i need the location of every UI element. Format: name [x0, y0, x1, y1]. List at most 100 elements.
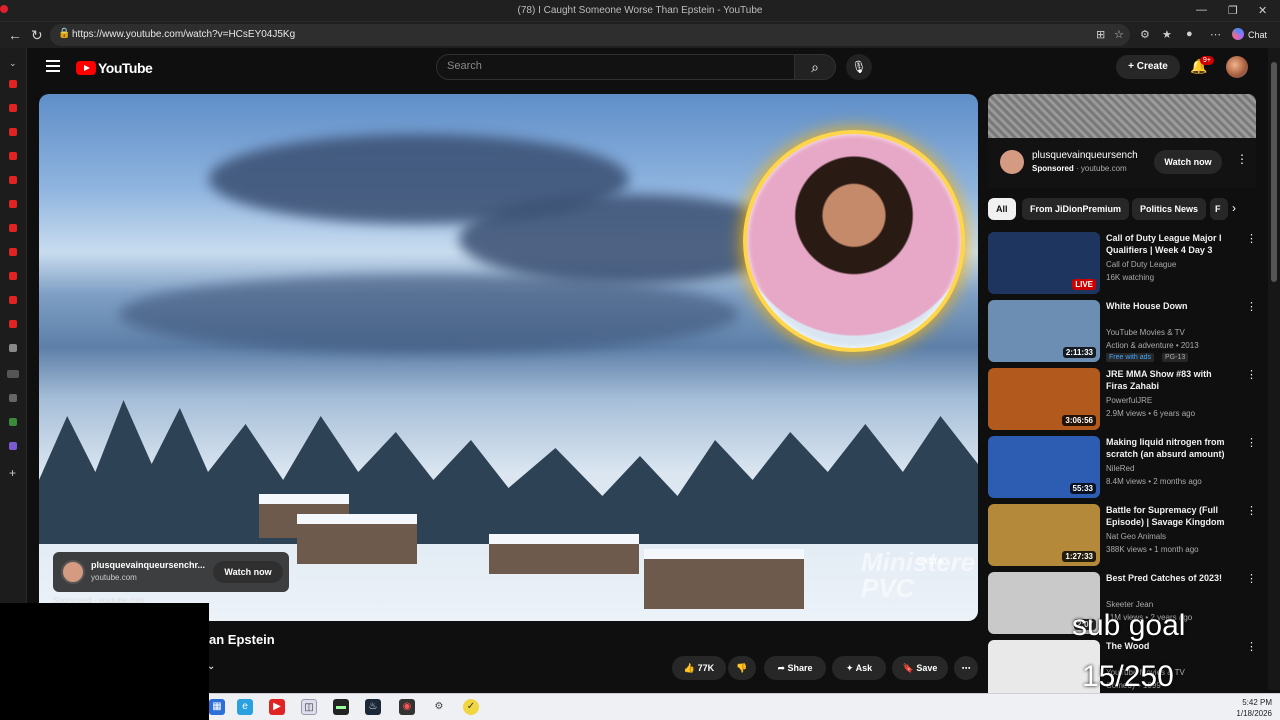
recommendation-item[interactable]: 1:27:33 Battle for Supremacy (Full Episod…: [988, 504, 1257, 566]
tab-generic-1[interactable]: [9, 344, 17, 352]
tab-youtube-5[interactable]: [9, 176, 17, 184]
recommendation-title[interactable]: Battle for Supremacy (Full Episode) | Sa…: [1106, 504, 1234, 530]
like-button[interactable]: 👍 77K: [672, 656, 726, 680]
collapse-icon[interactable]: ⌄: [9, 58, 19, 68]
skip-button[interactable]: Skip ▸: [917, 556, 944, 567]
youtube-app-icon[interactable]: ▶: [269, 699, 285, 715]
tab-youtube-6[interactable]: [9, 200, 17, 208]
sponsored-banner-image[interactable]: [988, 94, 1256, 138]
more-vertical-icon[interactable]: ⋮: [1246, 368, 1257, 381]
recommendation-channel[interactable]: NileRed: [1106, 464, 1134, 473]
youtube-logo[interactable]: YouTube: [76, 59, 153, 76]
chevron-right-icon[interactable]: ›: [1232, 201, 1236, 215]
ad-overlay-card[interactable]: plusquevainqueursenchr... youtube.com Wa…: [53, 552, 289, 592]
more-icon[interactable]: ⋯: [1210, 28, 1221, 41]
account-avatar[interactable]: [1226, 56, 1248, 78]
chip-from-channel[interactable]: From JiDionPremium: [1022, 198, 1130, 220]
sponsored-watch-now-button[interactable]: Watch now: [1154, 150, 1222, 174]
sponsored-card[interactable]: plusquevainqueursench Sponsored · youtub…: [988, 138, 1256, 188]
edge-icon[interactable]: e: [237, 699, 253, 715]
system-clock[interactable]: 5:42 PM 1/18/2026: [1236, 697, 1272, 719]
chip-all[interactable]: All: [988, 198, 1016, 220]
recommendation-item[interactable]: 3:06:56 JRE MMA Show #83 with Firas Zahab…: [988, 368, 1257, 430]
dislike-button[interactable]: 👎: [728, 656, 756, 680]
tab-youtube-3[interactable]: [9, 128, 17, 136]
app-check-icon[interactable]: ✓: [463, 699, 479, 715]
search-button[interactable]: ⌕: [794, 54, 836, 80]
video-player[interactable]: Ministere PVC Skip ▸ plusquevainqueursen…: [39, 94, 978, 621]
video-thumbnail[interactable]: 3:06:56: [988, 368, 1100, 430]
ad-watch-now-button[interactable]: Watch now: [213, 561, 283, 583]
tab-youtube-2[interactable]: [9, 104, 17, 112]
share-button[interactable]: ➦ Share: [764, 656, 826, 680]
obs-icon[interactable]: ◉: [399, 699, 415, 715]
task-view-icon[interactable]: ▦: [209, 699, 225, 715]
tab-generic-3[interactable]: [9, 418, 17, 426]
app-install-icon[interactable]: ⊞: [1096, 28, 1105, 41]
snipping-icon[interactable]: ◫: [301, 699, 317, 715]
save-button[interactable]: 🔖 Save: [892, 656, 948, 680]
tab-youtube-10[interactable]: [9, 296, 17, 304]
recommendation-channel[interactable]: Skeeter Jean: [1106, 600, 1153, 609]
tab-generic-2[interactable]: [9, 394, 17, 402]
recommendation-title[interactable]: White House Down: [1106, 300, 1234, 312]
tab-youtube-8[interactable]: [9, 248, 17, 256]
recommendation-item[interactable]: LIVE Call of Duty League Major I Qualifie…: [988, 232, 1257, 294]
more-vertical-icon[interactable]: ⋮: [1246, 504, 1257, 517]
address-bar[interactable]: 🔒 https://www.youtube.com/watch?v=HCsEY0…: [50, 24, 1130, 46]
chip-next-partial[interactable]: F: [1210, 198, 1228, 220]
recommendation-channel[interactable]: PowerfulJRE: [1106, 396, 1152, 405]
more-vertical-icon[interactable]: ⋮: [1246, 572, 1257, 585]
recommendation-title[interactable]: JRE MMA Show #83 with Firas Zahabi: [1106, 368, 1234, 392]
terminal-icon[interactable]: ▬: [333, 699, 349, 715]
recommendation-title[interactable]: Making liquid nitrogen from scratch (an …: [1106, 436, 1234, 460]
more-vertical-icon[interactable]: ⋮: [1246, 436, 1257, 449]
speaker-icon[interactable]: [7, 370, 19, 378]
ask-button[interactable]: ✦ Ask: [832, 656, 886, 680]
extensions-icon[interactable]: ⚙: [1140, 28, 1150, 41]
recommendation-channel[interactable]: Call of Duty League: [1106, 260, 1176, 269]
copilot-chat-button[interactable]: Chat: [1232, 25, 1276, 45]
menu-icon[interactable]: [46, 60, 60, 72]
recommendation-item[interactable]: 2:11:33 White House Down YouTube Movies & …: [988, 300, 1257, 362]
video-thumbnail[interactable]: LIVE: [988, 232, 1100, 294]
search-input[interactable]: [447, 60, 787, 72]
chevron-down-icon[interactable]: ⌄: [207, 661, 215, 672]
more-vertical-icon[interactable]: ⋮: [1246, 300, 1257, 313]
more-vertical-icon[interactable]: ⋮: [1246, 232, 1257, 245]
refresh-icon[interactable]: ↻: [31, 27, 43, 44]
video-thumbnail[interactable]: 55:33: [988, 436, 1100, 498]
search-box[interactable]: [436, 54, 796, 80]
back-icon[interactable]: ←: [8, 27, 22, 43]
tab-youtube-11[interactable]: [9, 320, 17, 328]
recommendation-title[interactable]: Call of Duty League Major I Qualifiers |…: [1106, 232, 1234, 256]
favorites-bar-icon[interactable]: ★: [1162, 28, 1172, 41]
recommendation-title[interactable]: Best Pred Catches of 2023!: [1106, 572, 1234, 584]
recommendation-channel[interactable]: Nat Geo Animals: [1106, 532, 1166, 541]
tab-youtube-1[interactable]: [9, 80, 17, 88]
video-thumbnail[interactable]: 1:27:33: [988, 504, 1100, 566]
tab-youtube-4[interactable]: [9, 152, 17, 160]
video-thumbnail[interactable]: 2:11:33: [988, 300, 1100, 362]
maximize-icon[interactable]: ❐: [1228, 4, 1238, 17]
tab-youtube-7[interactable]: [9, 224, 17, 232]
page-scrollbar[interactable]: [1268, 48, 1280, 690]
create-button[interactable]: + Create: [1116, 55, 1180, 79]
tab-generic-4[interactable]: [9, 442, 17, 450]
settings-gear-icon[interactable]: ⚙: [431, 699, 447, 715]
profile-icon[interactable]: ●: [1186, 28, 1193, 40]
new-tab-icon[interactable]: +: [9, 466, 19, 480]
chip-politics-news[interactable]: Politics News: [1132, 198, 1207, 220]
more-vertical-icon[interactable]: ⋮: [1236, 152, 1248, 166]
favorite-icon[interactable]: ☆: [1114, 28, 1124, 41]
voice-search-button[interactable]: 🎙: [846, 54, 872, 80]
close-icon[interactable]: ✕: [1258, 4, 1267, 17]
steam-icon[interactable]: ♨: [365, 699, 381, 715]
tab-youtube-9[interactable]: [9, 272, 17, 280]
recommendation-channel[interactable]: YouTube Movies & TV: [1106, 328, 1185, 337]
more-actions-button[interactable]: ⋯: [954, 656, 978, 680]
recommendation-item[interactable]: 55:33 Making liquid nitrogen from scratch…: [988, 436, 1257, 498]
minimize-icon[interactable]: —: [1196, 4, 1207, 16]
more-vertical-icon[interactable]: ⋮: [1246, 640, 1257, 653]
scrollbar-thumb[interactable]: [1271, 62, 1277, 282]
